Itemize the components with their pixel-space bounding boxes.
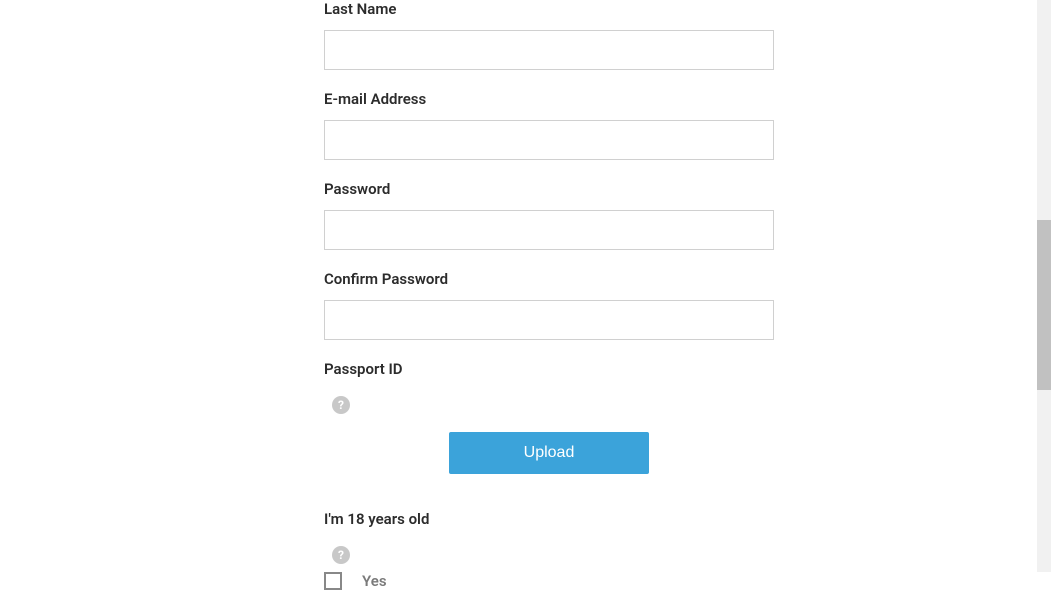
last-name-input[interactable] — [324, 30, 774, 70]
passport-id-group: Passport ID ? Upload — [324, 360, 774, 474]
password-label: Password — [324, 180, 774, 198]
last-name-group: Last Name — [324, 0, 774, 70]
password-group: Password — [324, 180, 774, 250]
passport-id-label: Passport ID — [324, 360, 774, 378]
help-icon[interactable]: ? — [332, 396, 350, 414]
password-input[interactable] — [324, 210, 774, 250]
age-checkbox-row: Yes — [324, 572, 774, 590]
email-input[interactable] — [324, 120, 774, 160]
age-checkbox-label: Yes — [362, 572, 387, 590]
confirm-password-input[interactable] — [324, 300, 774, 340]
confirm-password-group: Confirm Password — [324, 270, 774, 340]
age-checkbox[interactable] — [324, 572, 342, 590]
last-name-label: Last Name — [324, 0, 774, 18]
help-icon[interactable]: ? — [332, 546, 350, 564]
scrollbar-thumb[interactable] — [1037, 220, 1051, 390]
upload-button[interactable]: Upload — [449, 432, 649, 474]
confirm-password-label: Confirm Password — [324, 270, 774, 288]
email-group: E-mail Address — [324, 90, 774, 160]
form-container: Last Name E-mail Address Password Confir… — [324, 0, 774, 610]
age-confirm-group: I'm 18 years old ? Yes — [324, 510, 774, 590]
email-label: E-mail Address — [324, 90, 774, 108]
upload-row: Upload — [324, 432, 774, 474]
age-confirm-label: I'm 18 years old — [324, 510, 774, 528]
